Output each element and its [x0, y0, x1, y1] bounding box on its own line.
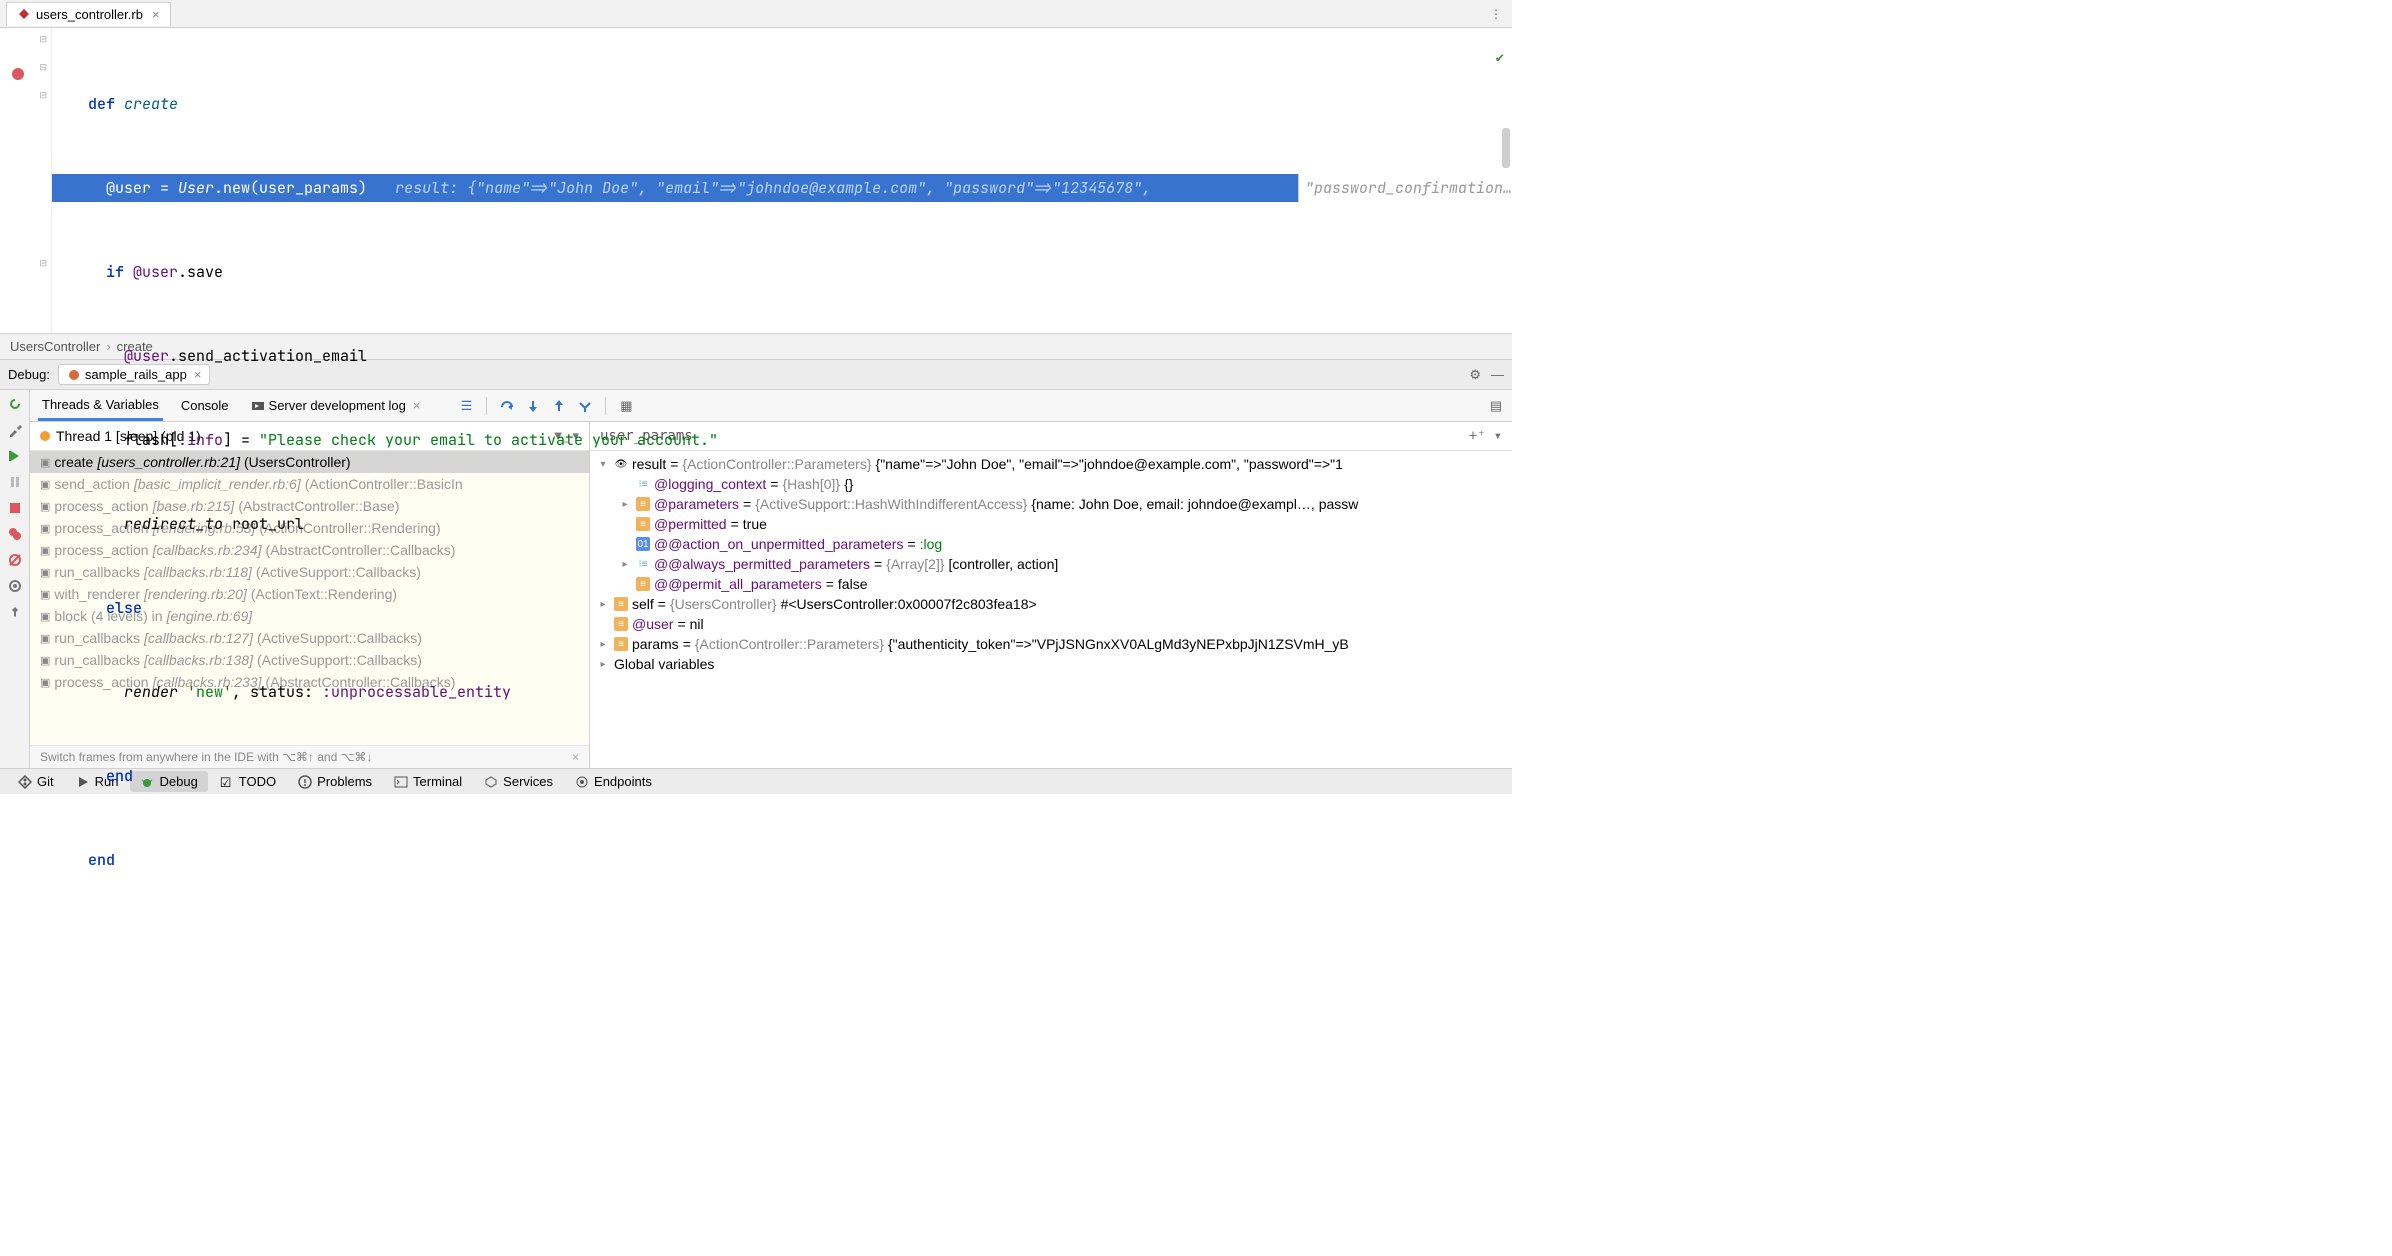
ruby-file-icon	[17, 7, 31, 21]
fold-icon[interactable]: ⊟	[39, 62, 47, 73]
frame-icon: ▣	[40, 500, 50, 513]
frame-icon: ▣	[40, 456, 50, 469]
frame-icon: ▣	[40, 588, 50, 601]
inspection-ok-icon[interactable]: ✔	[1496, 44, 1504, 72]
mute-breakpoints-icon[interactable]	[7, 552, 23, 568]
editor: ⊟ ⊟ ⊟ ⊟ def create @user = User.new(user…	[0, 28, 1512, 333]
file-tab[interactable]: users_controller.rb ×	[6, 2, 171, 26]
wrench-icon[interactable]	[7, 422, 23, 438]
frame-icon: ▣	[40, 676, 50, 689]
stop-icon[interactable]	[7, 500, 23, 516]
rerun-icon[interactable]	[7, 396, 23, 412]
scrollbar-thumb[interactable]	[1502, 128, 1510, 168]
pin-icon[interactable]	[7, 604, 23, 620]
frame-icon: ▣	[40, 632, 50, 645]
editor-tabbar: users_controller.rb × ⋮	[0, 0, 1512, 28]
frame-icon: ▣	[40, 566, 50, 579]
close-icon[interactable]: ×	[152, 7, 160, 22]
settings-icon[interactable]	[7, 578, 23, 594]
fold-icon[interactable]: ⊟	[39, 34, 47, 45]
fold-icon[interactable]: ⊟	[39, 258, 47, 269]
fold-icon[interactable]: ⊟	[39, 90, 47, 101]
editor-gutter: ⊟ ⊟ ⊟ ⊟	[0, 28, 52, 333]
frame-icon: ▣	[40, 522, 50, 535]
git-icon	[18, 775, 32, 789]
tab-menu-icon[interactable]: ⋮	[1480, 7, 1512, 21]
debug-side-toolbar	[0, 390, 30, 768]
pause-icon[interactable]	[7, 474, 23, 490]
current-line: @user = User.new(user_params) result: {"…	[52, 174, 1512, 202]
resume-icon[interactable]	[7, 448, 23, 464]
code-area[interactable]: def create @user = User.new(user_params)…	[52, 28, 1512, 333]
view-breakpoints-icon[interactable]	[7, 526, 23, 542]
frame-icon: ▣	[40, 610, 50, 623]
thread-status-icon	[40, 431, 50, 441]
frame-icon: ▣	[40, 544, 50, 557]
breakpoint-icon[interactable]	[12, 68, 24, 80]
frame-icon: ▣	[40, 654, 50, 667]
inline-debug-hint: result: {"name"=>"John Doe", "email"=>"j…	[395, 174, 1298, 202]
debug-label: Debug:	[8, 367, 50, 382]
frame-icon: ▣	[40, 478, 50, 491]
file-tab-name: users_controller.rb	[36, 7, 143, 22]
